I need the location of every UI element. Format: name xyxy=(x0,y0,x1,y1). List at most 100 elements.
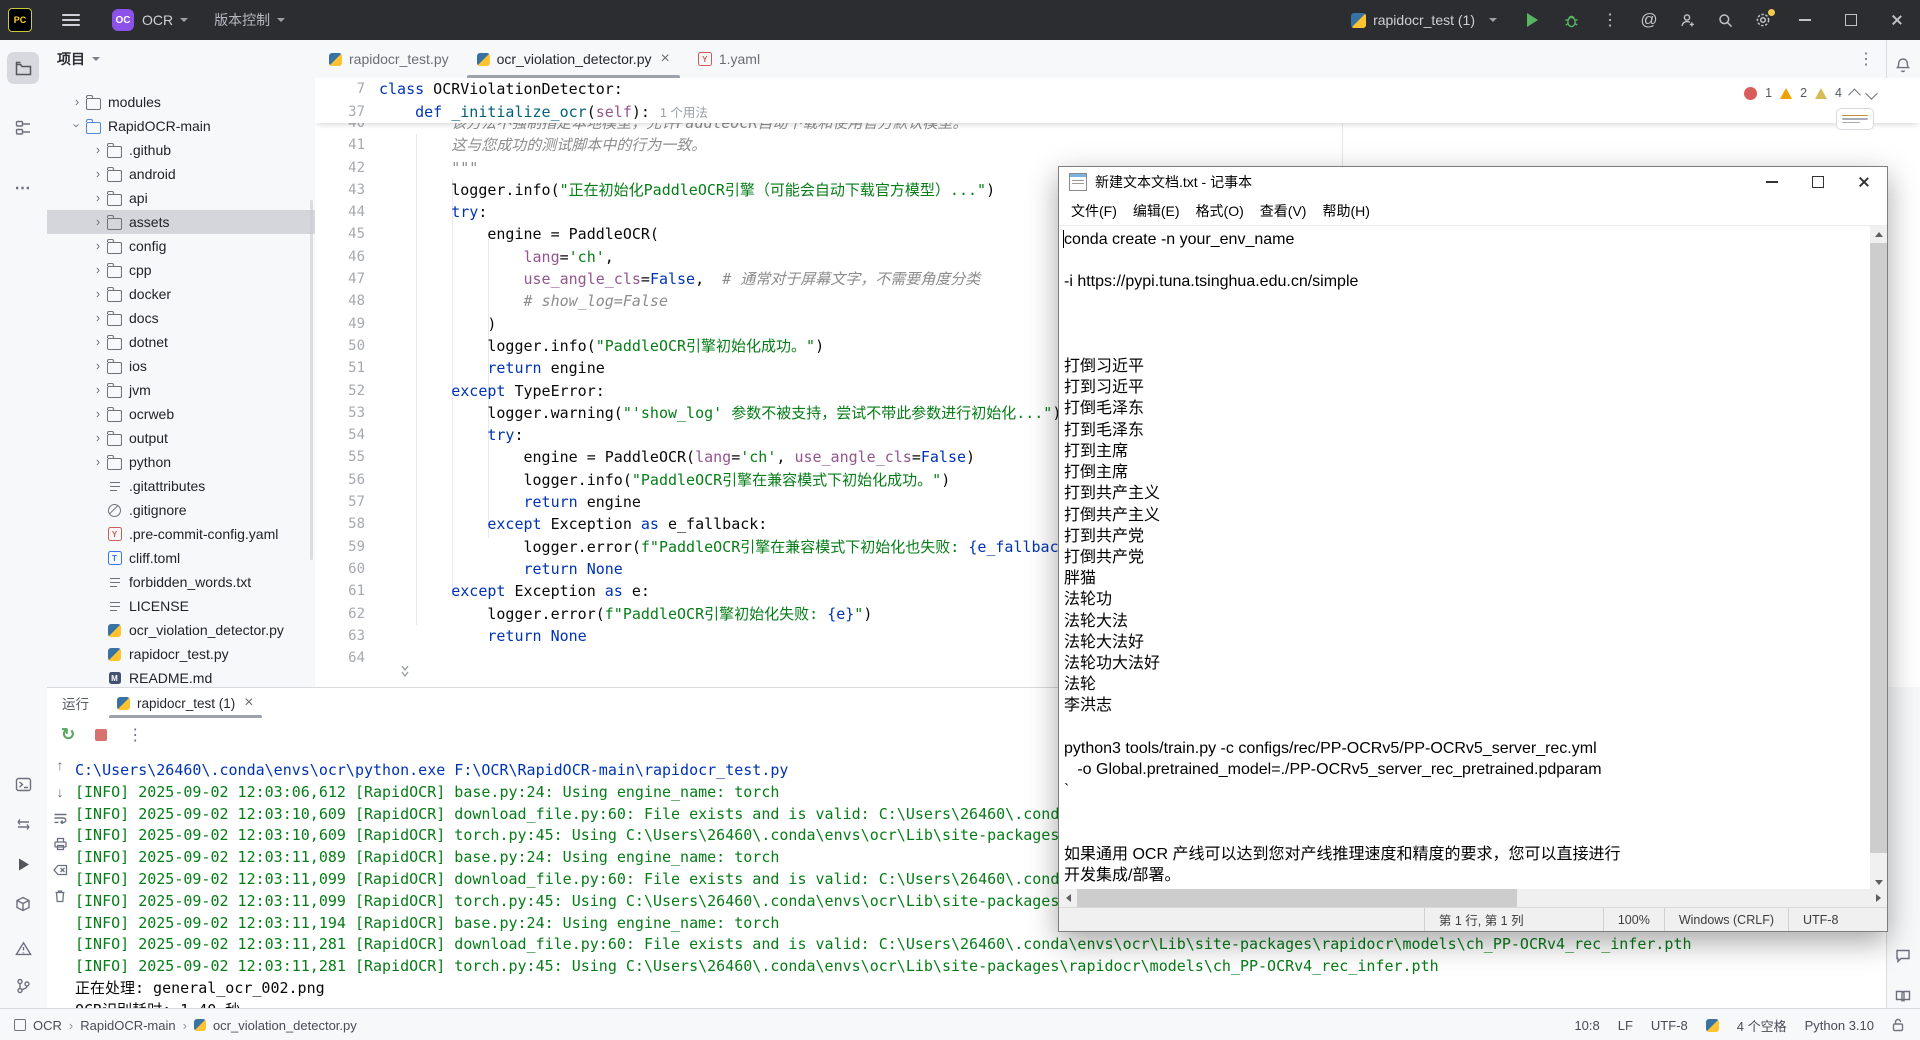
chevron-icon[interactable]: › xyxy=(90,358,106,373)
run-button[interactable] xyxy=(1527,13,1538,27)
minimize-button[interactable] xyxy=(1782,0,1828,40)
tree-item-output[interactable]: ›output xyxy=(47,426,315,450)
tab-options-icon[interactable]: ⋮ xyxy=(1858,49,1874,69)
breadcrumb-folder[interactable]: RapidOCR-main xyxy=(80,1018,175,1033)
notifications-bell-icon[interactable] xyxy=(1888,50,1918,80)
notepad-maximize-button[interactable] xyxy=(1795,167,1841,197)
tree-item-.github[interactable]: ›.github xyxy=(47,138,315,162)
chevron-icon[interactable]: › xyxy=(90,166,106,181)
line-separator-widget[interactable]: LF xyxy=(1618,1018,1633,1033)
next-occurrence-icon[interactable]: ↓ xyxy=(57,785,64,799)
services-toolwindow-icon[interactable] xyxy=(7,808,39,840)
next-problem-icon[interactable] xyxy=(1865,87,1878,100)
tab-1-yaml[interactable]: 1.yaml xyxy=(684,40,774,78)
previous-problem-icon[interactable] xyxy=(1848,88,1861,101)
scroll-down-icon[interactable] xyxy=(1870,874,1887,889)
project-panel-header[interactable]: 项目 xyxy=(47,40,315,78)
tree-item-jvm[interactable]: ›jvm xyxy=(47,378,315,402)
code-line-7[interactable]: 7class OCRViolationDetector: xyxy=(315,78,1920,101)
more-toolwindows-icon[interactable]: ⋯ xyxy=(7,172,39,204)
chevron-icon[interactable]: › xyxy=(90,406,106,421)
print-icon[interactable] xyxy=(53,837,68,851)
tree-item-docs[interactable]: ›docs xyxy=(47,306,315,330)
inspections-widget[interactable]: 1 2 4 xyxy=(1744,86,1876,100)
chevron-icon[interactable]: › xyxy=(90,334,106,349)
chevron-icon[interactable]: › xyxy=(70,117,85,133)
scroll-right-icon[interactable] xyxy=(1869,889,1887,907)
menu-format[interactable]: 格式(O) xyxy=(1188,201,1252,221)
structure-toolwindow-icon[interactable] xyxy=(7,112,39,144)
tree-item-docker[interactable]: ›docker xyxy=(47,282,315,306)
lock-icon[interactable] xyxy=(1892,1018,1904,1032)
ai-assistant-icon[interactable]: @ xyxy=(1630,6,1668,34)
zoom-level[interactable]: 100% xyxy=(1603,908,1664,931)
main-menu-icon[interactable] xyxy=(62,14,80,26)
prev-occurrence-icon[interactable]: ↑ xyxy=(57,758,64,772)
vcs-toolwindow-icon[interactable] xyxy=(7,970,39,1002)
chevron-icon[interactable]: › xyxy=(90,286,106,301)
code-line-37[interactable]: 37 def _initialize_ocr(self):1 个用法 xyxy=(315,101,1920,124)
soft-wrap-icon[interactable] xyxy=(53,812,68,824)
menu-view[interactable]: 查看(V) xyxy=(1252,201,1315,221)
maximize-button[interactable] xyxy=(1828,0,1874,40)
chevron-icon[interactable]: › xyxy=(90,310,106,325)
add-user-icon[interactable] xyxy=(1668,6,1706,34)
close-run-tab-icon[interactable]: × xyxy=(244,694,253,712)
run-config-selector[interactable]: rapidocr_test (1) xyxy=(1351,12,1497,28)
notepad-horizontal-scrollbar[interactable] xyxy=(1059,889,1887,907)
tree-item-README.md[interactable]: README.md xyxy=(47,666,315,687)
chevron-icon[interactable]: › xyxy=(69,94,85,109)
tree-item-ocr_violation_detector.py[interactable]: ocr_violation_detector.py xyxy=(47,618,315,642)
breadcrumb-file[interactable]: ocr_violation_detector.py xyxy=(213,1018,357,1033)
vcs-widget[interactable]: 版本控制 xyxy=(214,10,285,30)
tree-item-python[interactable]: ›python xyxy=(47,450,315,474)
notepad-vertical-scrollbar[interactable] xyxy=(1870,226,1887,889)
indent-widget[interactable]: 4 个空格 xyxy=(1737,1016,1787,1035)
chevron-icon[interactable]: › xyxy=(90,454,106,469)
run-tab[interactable]: rapidocr_test (1) × xyxy=(107,688,264,718)
rerun-button[interactable]: ↻ xyxy=(61,725,75,745)
chevron-icon[interactable]: › xyxy=(90,262,106,277)
chevron-icon[interactable]: › xyxy=(90,214,106,229)
python-interpreter-widget[interactable]: Python 3.10 xyxy=(1805,1018,1874,1033)
menu-help[interactable]: 帮助(H) xyxy=(1314,201,1377,221)
settings-icon[interactable] xyxy=(1744,6,1782,34)
chevron-icon[interactable]: › xyxy=(90,142,106,157)
trash-icon[interactable] xyxy=(53,889,67,903)
tree-item-cpp[interactable]: ›cpp xyxy=(47,258,315,282)
tree-item-dotnet[interactable]: ›dotnet xyxy=(47,330,315,354)
notepad-title-bar[interactable]: 新建文本文档.txt - 记事本 xyxy=(1059,167,1887,197)
project-scrollbar[interactable] xyxy=(310,200,313,560)
chevron-icon[interactable]: › xyxy=(90,238,106,253)
encoding-widget[interactable]: UTF-8 xyxy=(1651,1018,1688,1033)
stop-button[interactable] xyxy=(95,729,107,741)
project-toolwindow-icon[interactable] xyxy=(7,52,39,84)
tree-item-rapidocr_test.py[interactable]: rapidocr_test.py xyxy=(47,642,315,666)
tree-item-config[interactable]: ›config xyxy=(47,234,315,258)
scroll-up-icon[interactable] xyxy=(1870,226,1887,243)
debug-button[interactable] xyxy=(1552,6,1590,34)
project-selector[interactable]: OCR xyxy=(142,12,188,28)
tree-item-LICENSE[interactable]: LICENSE xyxy=(47,594,315,618)
notepad-minimize-button[interactable] xyxy=(1749,167,1795,197)
breadcrumb-project[interactable]: OCR xyxy=(33,1018,62,1033)
tree-item-forbidden_words.txt[interactable]: forbidden_words.txt xyxy=(47,570,315,594)
interpreter-icon[interactable] xyxy=(1706,1019,1719,1032)
python-packages-toolwindow-icon[interactable] xyxy=(7,888,39,920)
menu-edit[interactable]: 编辑(E) xyxy=(1125,201,1188,221)
menu-file[interactable]: 文件(F) xyxy=(1063,201,1125,221)
vertical-scroll-thumb[interactable] xyxy=(1870,243,1887,853)
more-actions-icon[interactable]: ⋮ xyxy=(1602,10,1618,30)
chevron-icon[interactable]: › xyxy=(90,190,106,205)
tree-item-modules[interactable]: ›modules xyxy=(47,90,315,114)
notepad-close-button[interactable] xyxy=(1841,167,1887,197)
tree-item-cliff.toml[interactable]: cliff.toml xyxy=(47,546,315,570)
run-toolwindow-icon[interactable] xyxy=(7,848,39,880)
tree-item-assets[interactable]: ›assets xyxy=(47,210,315,234)
clear-console-icon[interactable] xyxy=(53,864,68,876)
search-icon[interactable] xyxy=(1706,6,1744,34)
tab-rapidocr-test[interactable]: rapidocr_test.py xyxy=(315,40,463,78)
tree-item-api[interactable]: ›api xyxy=(47,186,315,210)
problems-toolwindow-icon[interactable] xyxy=(7,932,39,964)
scroll-left-icon[interactable] xyxy=(1059,889,1077,907)
